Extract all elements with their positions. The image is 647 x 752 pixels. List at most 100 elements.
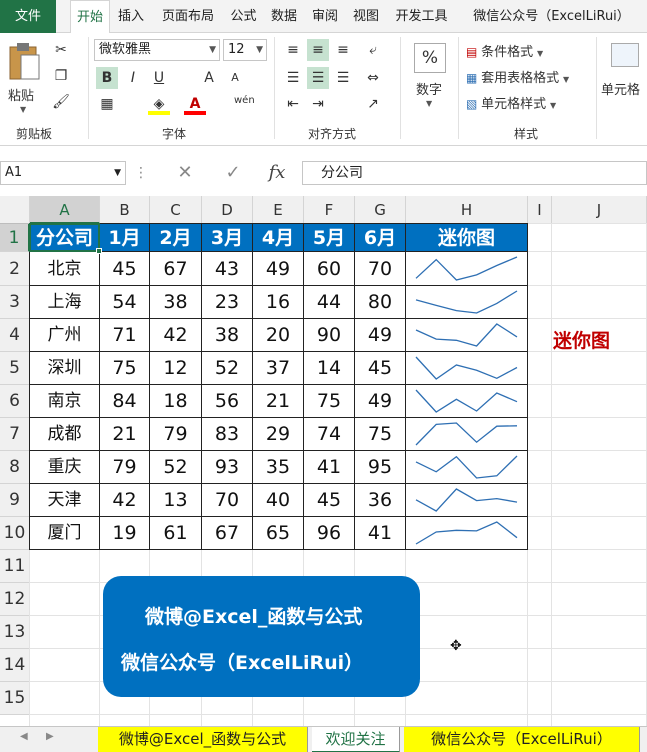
table-header-cell[interactable]: 3月	[202, 224, 253, 252]
table-cell-city[interactable]: 南京	[30, 385, 100, 418]
table-cell-value[interactable]: 37	[253, 352, 304, 385]
table-cell-value[interactable]: 70	[355, 252, 406, 286]
align-right-icon[interactable]: ☰	[332, 67, 354, 89]
table-cell-value[interactable]: 41	[304, 451, 355, 484]
table-cell-value[interactable]: 67	[150, 252, 202, 286]
table-cell-city[interactable]: 成都	[30, 418, 100, 451]
table-header-cell[interactable]: 5月	[304, 224, 355, 252]
table-cell-value[interactable]: 61	[150, 517, 202, 550]
table-header-cell[interactable]: 4月	[253, 224, 304, 252]
underline-button[interactable]: U	[148, 67, 170, 89]
table-cell-value[interactable]: 49	[355, 385, 406, 418]
table-cell-value[interactable]: 35	[253, 451, 304, 484]
table-cell-value[interactable]: 71	[100, 319, 150, 352]
table-cell-value[interactable]: 52	[202, 352, 253, 385]
table-cell-value[interactable]: 52	[150, 451, 202, 484]
column-header[interactable]: A	[30, 196, 100, 224]
sparkline-cell[interactable]	[406, 517, 528, 550]
decrease-indent-icon[interactable]: ⇤	[282, 93, 304, 115]
ribbon-tab[interactable]: 插入	[110, 0, 152, 33]
align-middle-icon[interactable]: ≡	[307, 39, 329, 61]
cut-icon[interactable]: ✂	[50, 39, 72, 61]
row-header[interactable]: 14	[0, 649, 30, 682]
table-cell-value[interactable]: 40	[253, 484, 304, 517]
border-icon[interactable]: ▦	[96, 93, 118, 115]
table-header-cell[interactable]: 迷你图	[406, 224, 528, 252]
table-cell-value[interactable]: 38	[150, 286, 202, 319]
align-bottom-icon[interactable]: ≡	[332, 39, 354, 61]
table-cell-value[interactable]: 45	[355, 352, 406, 385]
column-header[interactable]: C	[150, 196, 202, 224]
table-cell-value[interactable]: 42	[100, 484, 150, 517]
row-header[interactable]: 15	[0, 682, 30, 715]
table-cell-value[interactable]: 12	[150, 352, 202, 385]
table-cell-value[interactable]: 83	[202, 418, 253, 451]
phonetic-button[interactable]: wén	[234, 95, 255, 106]
table-cell-value[interactable]: 21	[253, 385, 304, 418]
table-cell-value[interactable]: 23	[202, 286, 253, 319]
row-header[interactable]: 5	[0, 352, 30, 385]
row-header[interactable]: 13	[0, 616, 30, 649]
table-cell-value[interactable]: 75	[355, 418, 406, 451]
ribbon-tab[interactable]: 开始	[70, 0, 110, 34]
table-cell-value[interactable]: 38	[202, 319, 253, 352]
table-cell-value[interactable]: 42	[150, 319, 202, 352]
number-format-button[interactable]: % 数字 ▼	[410, 41, 450, 117]
table-cell-value[interactable]: 95	[355, 451, 406, 484]
ribbon-tab[interactable]: 微信公众号（ExcelLiRui）	[456, 0, 647, 33]
row-header[interactable]: 11	[0, 550, 30, 583]
cancel-icon[interactable]: ✕	[172, 161, 198, 185]
ribbon-tab[interactable]: 开发工具	[387, 0, 456, 33]
table-cell-value[interactable]: 65	[253, 517, 304, 550]
table-cell-value[interactable]: 79	[100, 451, 150, 484]
more-options-icon[interactable]: ⋮	[134, 161, 148, 185]
cells-button[interactable]: 单元格	[601, 41, 647, 117]
table-cell-value[interactable]: 41	[355, 517, 406, 550]
fill-handle[interactable]	[96, 248, 102, 254]
sheet-tab[interactable]: 微信公众号（ExcelLiRui）	[404, 727, 640, 752]
table-cell-value[interactable]: 20	[253, 319, 304, 352]
row-header[interactable]: 2	[0, 252, 30, 286]
row-header[interactable]: 9	[0, 484, 30, 517]
table-cell-value[interactable]: 43	[202, 252, 253, 286]
table-cell-value[interactable]: 80	[355, 286, 406, 319]
merge-center-icon[interactable]: ⇔	[362, 67, 384, 89]
align-left-icon[interactable]: ☰	[282, 67, 304, 89]
select-all-corner[interactable]	[0, 196, 30, 224]
row-header[interactable]: 12	[0, 583, 30, 616]
bold-button[interactable]: B	[96, 67, 118, 89]
insert-function-button[interactable]: fx	[262, 161, 292, 185]
table-cell-value[interactable]: 56	[202, 385, 253, 418]
shrink-font-button[interactable]: A	[224, 67, 246, 89]
font-color-icon[interactable]: A	[184, 93, 206, 115]
table-cell-value[interactable]: 18	[150, 385, 202, 418]
table-cell-value[interactable]: 16	[253, 286, 304, 319]
enter-icon[interactable]: ✓	[220, 161, 246, 185]
paste-dropdown-icon[interactable]: ▼	[20, 105, 26, 114]
sparkline-cell[interactable]	[406, 252, 528, 286]
prev-sheet-icon[interactable]: ◀	[20, 731, 28, 742]
column-header[interactable]: D	[202, 196, 253, 224]
fill-color-icon[interactable]: ◈	[148, 93, 170, 115]
column-header[interactable]: G	[355, 196, 406, 224]
row-header[interactable]: 1	[0, 224, 30, 252]
table-cell-value[interactable]: 90	[304, 319, 355, 352]
column-header[interactable]: H	[406, 196, 528, 224]
table-header-cell[interactable]: 6月	[355, 224, 406, 252]
table-cell-city[interactable]: 广州	[30, 319, 100, 352]
table-cell-value[interactable]: 49	[355, 319, 406, 352]
paste-button[interactable]: 粘贴 ▼	[4, 39, 44, 119]
ribbon-tab[interactable]: 文件	[0, 0, 56, 33]
ribbon-tab[interactable]: 页面布局	[152, 0, 224, 33]
table-cell-city[interactable]: 深圳	[30, 352, 100, 385]
sparkline-cell[interactable]	[406, 418, 528, 451]
column-header[interactable]: J	[552, 196, 647, 224]
table-cell-value[interactable]: 54	[100, 286, 150, 319]
table-cell-value[interactable]: 19	[100, 517, 150, 550]
sparkline-cell[interactable]	[406, 286, 528, 319]
column-header[interactable]: B	[100, 196, 150, 224]
table-cell-value[interactable]: 60	[304, 252, 355, 286]
sheet-tab[interactable]: 微博@Excel_函数与公式	[98, 727, 308, 752]
table-cell-value[interactable]: 74	[304, 418, 355, 451]
column-header[interactable]: F	[304, 196, 355, 224]
